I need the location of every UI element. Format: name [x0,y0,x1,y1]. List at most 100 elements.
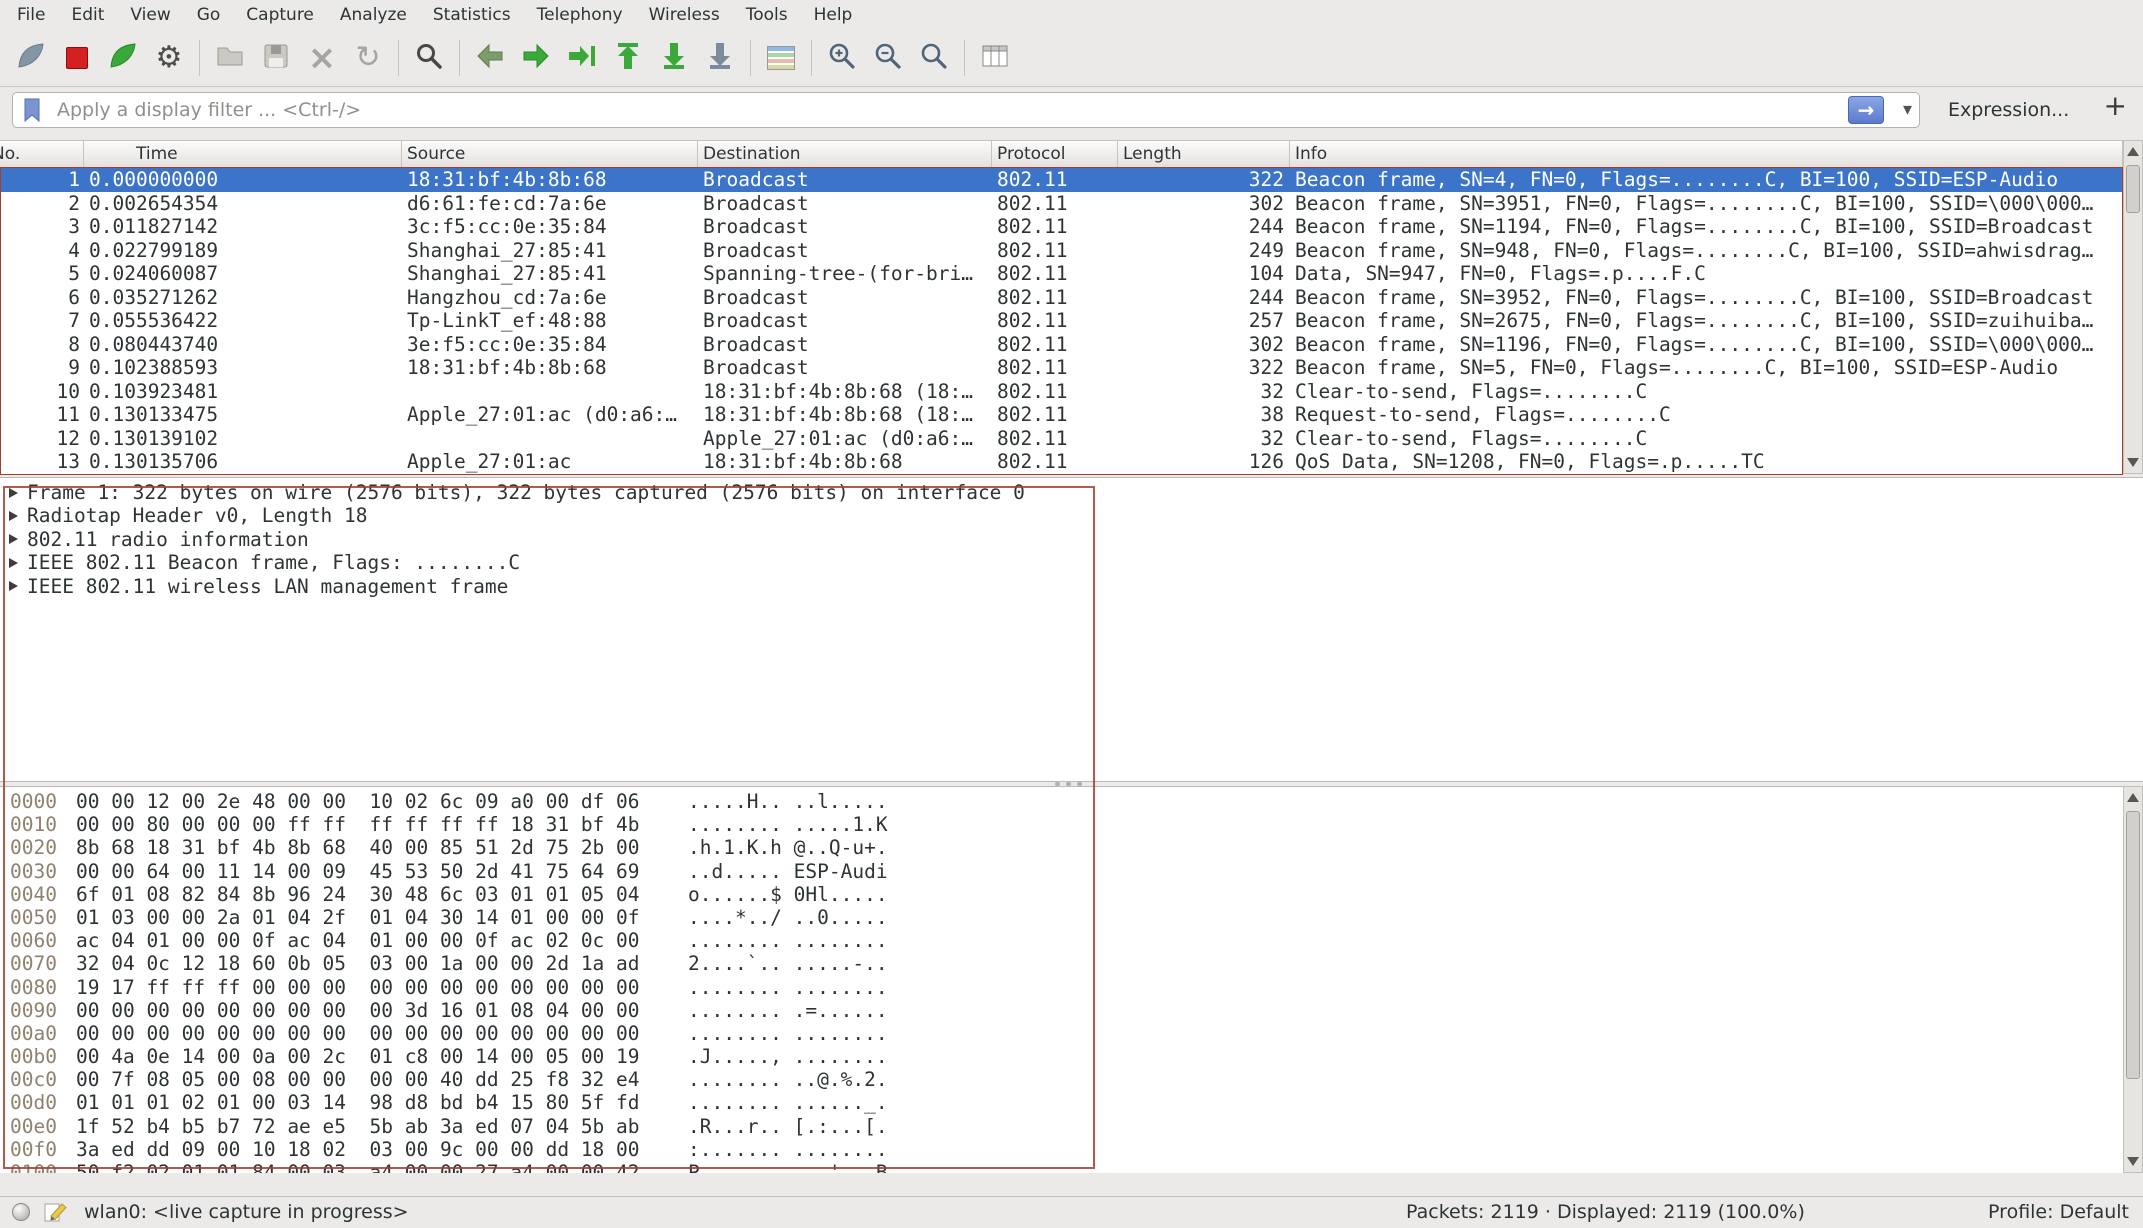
packet-row[interactable]: 40.022799189Shanghai_27:85:41Broadcast80… [0,239,2123,263]
reload-file-button[interactable]: ↻ [345,35,391,81]
packet-list-scrollbar[interactable] [2123,140,2143,474]
column-header-info[interactable]: Info [1290,141,2123,167]
menu-item-edit[interactable]: Edit [58,3,117,27]
scrollbar-thumb[interactable] [2126,165,2140,213]
packet-row[interactable]: 70.055536422Tp-LinkT_ef:48:88Broadcast80… [0,309,2123,333]
menu-item-help[interactable]: Help [801,3,866,27]
scroll-down-icon[interactable] [2127,458,2139,467]
packet-row[interactable]: 90.10238859318:31:bf:4b:8b:68Broadcast80… [0,356,2123,380]
menu-item-view[interactable]: View [117,3,183,27]
go-last-packet-button[interactable] [651,35,697,81]
capture-options-button[interactable]: ⚙ [146,35,192,81]
menu-item-go[interactable]: Go [184,3,234,27]
apply-filter-button[interactable]: → [1848,96,1884,124]
save-file-button[interactable] [253,35,299,81]
capture-comment-icon[interactable] [44,1201,68,1228]
hex-row[interactable]: 000000 00 12 00 2e 48 00 00 10 02 6c 09 … [10,790,2123,813]
hex-row[interactable]: 010050 f2 02 01 01 84 00 03 a4 00 00 27 … [10,1161,2123,1173]
hex-row[interactable]: 003000 00 64 00 11 14 00 09 45 53 50 2d … [10,860,2123,883]
hex-row[interactable]: 005001 03 00 00 2a 01 04 2f 01 04 30 14 … [10,906,2123,929]
packet-row[interactable]: 130.130135706Apple_27:01:ac18:31:bf:4b:8… [0,450,2123,474]
menu-item-wireless[interactable]: Wireless [636,3,733,27]
go-to-packet-button[interactable] [559,35,605,81]
packet-row[interactable]: 60.035271262Hangzhou_cd:7a:6eBroadcast80… [0,286,2123,310]
menu-item-file[interactable]: File [4,3,58,27]
hex-row[interactable]: 00b000 4a 0e 14 00 0a 00 2c 01 c8 00 14 … [10,1045,2123,1068]
close-file-button[interactable]: × [299,35,345,81]
expander-icon[interactable] [9,534,18,544]
hex-row[interactable]: 00406f 01 08 82 84 8b 96 24 30 48 6c 03 … [10,883,2123,906]
go-first-packet-button[interactable] [605,35,651,81]
detail-row[interactable]: Radiotap Header v0, Length 18 [0,504,2143,527]
column-header-length[interactable]: Length [1118,141,1290,167]
packet-row[interactable]: 30.0118271423c:f5:cc:0e:35:84Broadcast80… [0,215,2123,239]
column-header-source[interactable]: Source [402,141,698,167]
expander-icon[interactable] [9,581,18,591]
menu-item-analyze[interactable]: Analyze [327,3,420,27]
pane-splitter-handle[interactable] [1046,782,1090,786]
display-filter-input[interactable] [12,92,1920,128]
hex-row[interactable]: 007032 04 0c 12 18 60 0b 05 03 00 1a 00 … [10,952,2123,975]
expression-button[interactable]: Expression... [1948,99,2069,121]
go-back-button[interactable] [467,35,513,81]
hex-row[interactable]: 00a000 00 00 00 00 00 00 00 00 00 00 00 … [10,1022,2123,1045]
packet-row[interactable]: 120.130139102Apple_27:01:ac (d0:a6:…802.… [0,427,2123,451]
hex-row[interactable]: 00208b 68 18 31 bf 4b 8b 68 40 00 85 51 … [10,836,2123,859]
column-header-no[interactable]: No. [0,141,84,167]
open-file-button[interactable] [207,35,253,81]
hex-row[interactable]: 00d001 01 01 02 01 00 03 14 98 d8 bd b4 … [10,1091,2123,1114]
add-filter-button[interactable]: + [2104,89,2127,122]
arrow-to-bar-icon [567,41,597,75]
hex-row[interactable]: 00e01f 52 b4 b5 b7 72 ae e5 5b ab 3a ed … [10,1115,2123,1138]
packet-row[interactable]: 110.130133475Apple_27:01:ac (d0:a6:…18:3… [0,403,2123,427]
packet-row[interactable]: 50.024060087Shanghai_27:85:41Spanning-tr… [0,262,2123,286]
go-forward-button[interactable] [513,35,559,81]
packet-row[interactable]: 20.002654354d6:61:fe:cd:7a:6eBroadcast80… [0,192,2123,216]
packet-row[interactable]: 10.00000000018:31:bf:4b:8b:68Broadcast80… [0,168,2123,192]
hex-row[interactable]: 001000 00 80 00 00 00 ff ff ff ff ff ff … [10,813,2123,836]
column-header-time[interactable]: Time [84,141,402,167]
hex-row[interactable]: 00f03a ed dd 09 00 10 18 02 03 00 9c 00 … [10,1138,2123,1161]
find-packet-button[interactable] [406,35,452,81]
hex-offset: 0070 [10,952,76,975]
column-header-destination[interactable]: Destination [698,141,992,167]
hex-row[interactable]: 009000 00 00 00 00 00 00 00 00 3d 16 01 … [10,999,2123,1022]
expander-icon[interactable] [9,511,18,521]
packet-row[interactable]: 100.10392348118:31:bf:4b:8b:68 (18:…802.… [0,380,2123,404]
menu-item-statistics[interactable]: Statistics [420,3,524,27]
resize-columns-button[interactable] [972,35,1018,81]
start-capture-button[interactable] [8,35,54,81]
restart-capture-button[interactable] [100,35,146,81]
detail-row[interactable]: IEEE 802.11 wireless LAN management fram… [0,575,2143,598]
stop-capture-button[interactable] [54,35,100,81]
menu-item-capture[interactable]: Capture [233,3,327,27]
zoom-in-button[interactable] [819,35,865,81]
profile-button[interactable]: Profile: Default [1988,1201,2129,1223]
bookmark-icon[interactable] [22,97,42,127]
hex-scrollbar[interactable] [2123,786,2143,1173]
column-header-protocol[interactable]: Protocol [992,141,1118,167]
zoom-out-button[interactable] [865,35,911,81]
colorize-button[interactable] [758,35,804,81]
expander-icon[interactable] [9,488,18,498]
detail-row[interactable]: IEEE 802.11 Beacon frame, Flags: .......… [0,551,2143,574]
detail-row[interactable]: Frame 1: 322 bytes on wire (2576 bits), … [0,481,2143,504]
hex-row[interactable]: 00c000 7f 08 05 00 08 00 00 00 00 40 dd … [10,1068,2123,1091]
scroll-up-icon[interactable] [2127,147,2139,156]
expander-icon[interactable] [9,558,18,568]
capture-status-led-icon[interactable] [12,1203,30,1221]
scrollbar-thumb[interactable] [2126,811,2140,1079]
menu-item-telephony[interactable]: Telephony [524,3,636,27]
menu-item-tools[interactable]: Tools [733,3,801,27]
hex-row[interactable]: 008019 17 ff ff ff 00 00 00 00 00 00 00 … [10,976,2123,999]
display-filter-field: → ▾ [12,92,1920,128]
auto-scroll-button[interactable] [697,35,743,81]
detail-row[interactable]: 802.11 radio information [0,528,2143,551]
packet-row[interactable]: 80.0804437403e:f5:cc:0e:35:84Broadcast80… [0,333,2123,357]
scroll-down-icon[interactable] [2127,1157,2139,1166]
zoom-original-button[interactable] [911,35,957,81]
hex-row[interactable]: 0060ac 04 01 00 00 0f ac 04 01 00 00 0f … [10,929,2123,952]
cell-time: 0.102388593 [84,356,402,380]
scroll-up-icon[interactable] [2127,793,2139,802]
filter-dropdown-caret-icon[interactable]: ▾ [1903,99,1912,120]
